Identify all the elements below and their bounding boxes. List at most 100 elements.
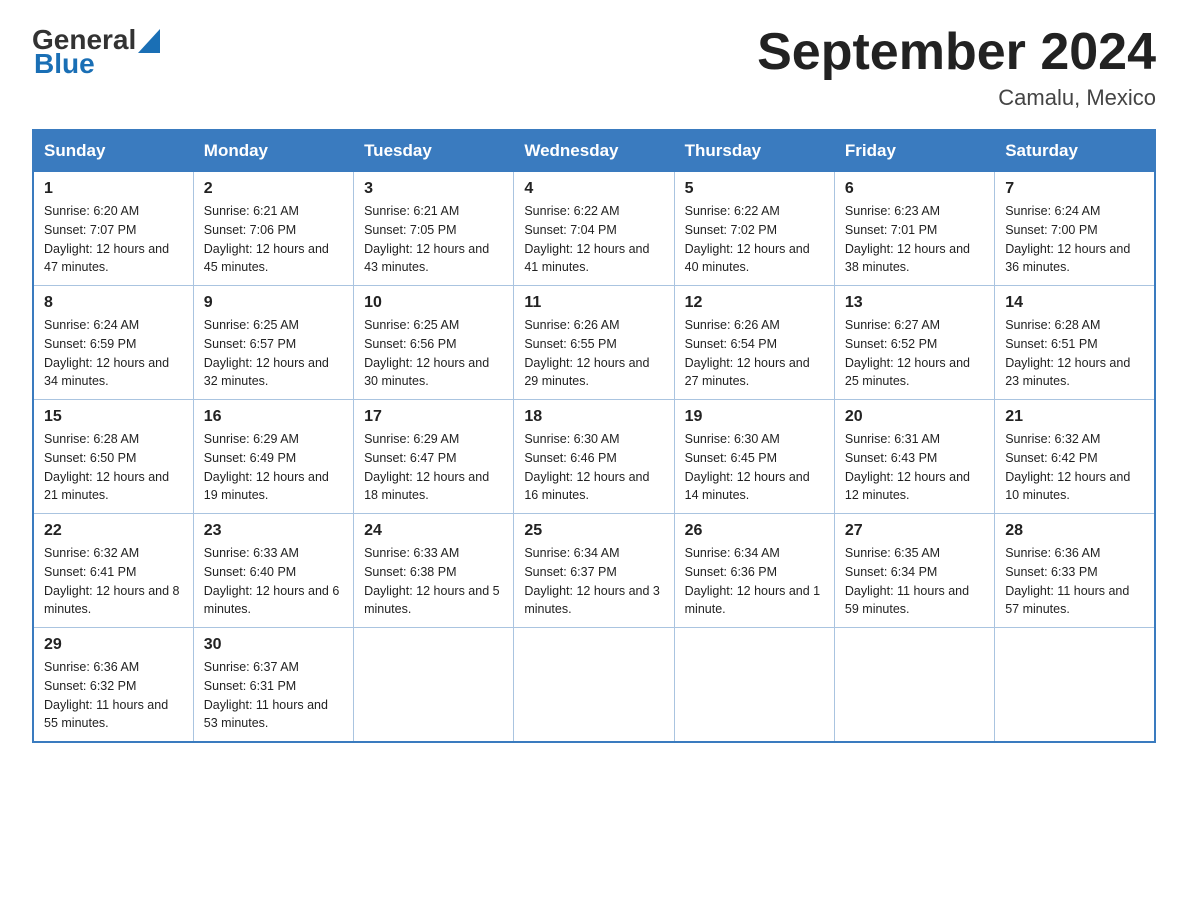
- calendar-cell: 10 Sunrise: 6:25 AMSunset: 6:56 PMDayligh…: [354, 286, 514, 400]
- calendar-cell: 12 Sunrise: 6:26 AMSunset: 6:54 PMDayligh…: [674, 286, 834, 400]
- day-number: 10: [364, 294, 503, 312]
- logo-blue-text: Blue: [34, 48, 95, 80]
- calendar-cell: 26 Sunrise: 6:34 AMSunset: 6:36 PMDayligh…: [674, 514, 834, 628]
- day-info: Sunrise: 6:20 AMSunset: 7:07 PMDaylight:…: [44, 202, 183, 277]
- day-info: Sunrise: 6:34 AMSunset: 6:37 PMDaylight:…: [524, 544, 663, 619]
- calendar-cell: 15Sunrise: 6:28 AMSunset: 6:50 PMDayligh…: [33, 400, 193, 514]
- day-info: Sunrise: 6:32 AMSunset: 6:42 PMDaylight:…: [1005, 430, 1144, 505]
- day-info: Sunrise: 6:28 AMSunset: 6:51 PMDaylight:…: [1005, 316, 1144, 391]
- day-info: Sunrise: 6:25 AMSunset: 6:56 PMDaylight:…: [364, 316, 503, 391]
- day-info: Sunrise: 6:24 AMSunset: 7:00 PMDaylight:…: [1005, 202, 1144, 277]
- calendar-cell: 27 Sunrise: 6:35 AMSunset: 6:34 PMDayligh…: [834, 514, 994, 628]
- day-info: Sunrise: 6:32 AMSunset: 6:41 PMDaylight:…: [44, 544, 183, 619]
- day-number: 17: [364, 408, 503, 426]
- calendar-cell: 5 Sunrise: 6:22 AMSunset: 7:02 PMDaylight…: [674, 172, 834, 286]
- calendar-cell: 14 Sunrise: 6:28 AMSunset: 6:51 PMDayligh…: [995, 286, 1155, 400]
- day-info: Sunrise: 6:36 AMSunset: 6:33 PMDaylight:…: [1005, 544, 1144, 619]
- day-number: 7: [1005, 180, 1144, 198]
- calendar-cell: 17 Sunrise: 6:29 AMSunset: 6:47 PMDayligh…: [354, 400, 514, 514]
- calendar-cell: 8Sunrise: 6:24 AMSunset: 6:59 PMDaylight…: [33, 286, 193, 400]
- day-number: 26: [685, 522, 824, 540]
- day-number: 29: [44, 636, 183, 654]
- day-info: Sunrise: 6:37 AMSunset: 6:31 PMDaylight:…: [204, 658, 343, 733]
- day-number: 12: [685, 294, 824, 312]
- weekday-header-row: SundayMondayTuesdayWednesdayThursdayFrid…: [33, 130, 1155, 172]
- calendar-table: SundayMondayTuesdayWednesdayThursdayFrid…: [32, 129, 1156, 743]
- calendar-cell: 13 Sunrise: 6:27 AMSunset: 6:52 PMDayligh…: [834, 286, 994, 400]
- calendar-cell: [674, 628, 834, 743]
- calendar-cell: [514, 628, 674, 743]
- month-title: September 2024: [757, 24, 1156, 81]
- calendar-cell: 16 Sunrise: 6:29 AMSunset: 6:49 PMDayligh…: [193, 400, 353, 514]
- weekday-header-thursday: Thursday: [674, 130, 834, 172]
- day-number: 25: [524, 522, 663, 540]
- calendar-cell: 4 Sunrise: 6:22 AMSunset: 7:04 PMDaylight…: [514, 172, 674, 286]
- day-info: Sunrise: 6:26 AMSunset: 6:55 PMDaylight:…: [524, 316, 663, 391]
- day-number: 1: [44, 180, 183, 198]
- day-number: 11: [524, 294, 663, 312]
- day-number: 13: [845, 294, 984, 312]
- day-number: 27: [845, 522, 984, 540]
- calendar-cell: 24 Sunrise: 6:33 AMSunset: 6:38 PMDayligh…: [354, 514, 514, 628]
- day-number: 4: [524, 180, 663, 198]
- logo-triangle-icon: [138, 29, 160, 53]
- day-number: 14: [1005, 294, 1144, 312]
- day-info: Sunrise: 6:35 AMSunset: 6:34 PMDaylight:…: [845, 544, 984, 619]
- day-info: Sunrise: 6:26 AMSunset: 6:54 PMDaylight:…: [685, 316, 824, 391]
- day-number: 5: [685, 180, 824, 198]
- day-info: Sunrise: 6:34 AMSunset: 6:36 PMDaylight:…: [685, 544, 824, 619]
- logo: General Blue: [32, 24, 160, 80]
- day-info: Sunrise: 6:22 AMSunset: 7:04 PMDaylight:…: [524, 202, 663, 277]
- day-info: Sunrise: 6:24 AMSunset: 6:59 PMDaylight:…: [44, 316, 183, 391]
- day-number: 23: [204, 522, 343, 540]
- calendar-cell: 29 Sunrise: 6:36 AMSunset: 6:32 PMDayligh…: [33, 628, 193, 743]
- page-header: General Blue September 2024 Camalu, Mexi…: [32, 24, 1156, 111]
- day-number: 24: [364, 522, 503, 540]
- day-info: Sunrise: 6:22 AMSunset: 7:02 PMDaylight:…: [685, 202, 824, 277]
- weekday-header-wednesday: Wednesday: [514, 130, 674, 172]
- weekday-header-sunday: Sunday: [33, 130, 193, 172]
- day-number: 9: [204, 294, 343, 312]
- calendar-cell: 21 Sunrise: 6:32 AMSunset: 6:42 PMDayligh…: [995, 400, 1155, 514]
- day-info: Sunrise: 6:30 AMSunset: 6:45 PMDaylight:…: [685, 430, 824, 505]
- day-info: Sunrise: 6:29 AMSunset: 6:47 PMDaylight:…: [364, 430, 503, 505]
- day-number: 20: [845, 408, 984, 426]
- day-info: Sunrise: 6:36 AMSunset: 6:32 PMDaylight:…: [44, 658, 183, 733]
- day-number: 2: [204, 180, 343, 198]
- day-info: Sunrise: 6:31 AMSunset: 6:43 PMDaylight:…: [845, 430, 984, 505]
- day-info: Sunrise: 6:27 AMSunset: 6:52 PMDaylight:…: [845, 316, 984, 391]
- calendar-cell: 18Sunrise: 6:30 AMSunset: 6:46 PMDayligh…: [514, 400, 674, 514]
- calendar-week-row: 29 Sunrise: 6:36 AMSunset: 6:32 PMDayligh…: [33, 628, 1155, 743]
- calendar-cell: 7 Sunrise: 6:24 AMSunset: 7:00 PMDaylight…: [995, 172, 1155, 286]
- day-number: 21: [1005, 408, 1144, 426]
- calendar-cell: 3 Sunrise: 6:21 AMSunset: 7:05 PMDaylight…: [354, 172, 514, 286]
- calendar-cell: 19 Sunrise: 6:30 AMSunset: 6:45 PMDayligh…: [674, 400, 834, 514]
- calendar-cell: [995, 628, 1155, 743]
- calendar-cell: 9 Sunrise: 6:25 AMSunset: 6:57 PMDaylight…: [193, 286, 353, 400]
- calendar-week-row: 22Sunrise: 6:32 AMSunset: 6:41 PMDayligh…: [33, 514, 1155, 628]
- calendar-cell: [354, 628, 514, 743]
- day-number: 16: [204, 408, 343, 426]
- calendar-cell: 1 Sunrise: 6:20 AMSunset: 7:07 PMDaylight…: [33, 172, 193, 286]
- day-info: Sunrise: 6:21 AMSunset: 7:05 PMDaylight:…: [364, 202, 503, 277]
- calendar-cell: 2Sunrise: 6:21 AMSunset: 7:06 PMDaylight…: [193, 172, 353, 286]
- weekday-header-monday: Monday: [193, 130, 353, 172]
- calendar-week-row: 8Sunrise: 6:24 AMSunset: 6:59 PMDaylight…: [33, 286, 1155, 400]
- day-number: 3: [364, 180, 503, 198]
- calendar-cell: 28Sunrise: 6:36 AMSunset: 6:33 PMDayligh…: [995, 514, 1155, 628]
- calendar-week-row: 15Sunrise: 6:28 AMSunset: 6:50 PMDayligh…: [33, 400, 1155, 514]
- calendar-week-row: 1 Sunrise: 6:20 AMSunset: 7:07 PMDaylight…: [33, 172, 1155, 286]
- calendar-cell: 11 Sunrise: 6:26 AMSunset: 6:55 PMDayligh…: [514, 286, 674, 400]
- title-section: September 2024 Camalu, Mexico: [757, 24, 1156, 111]
- day-number: 19: [685, 408, 824, 426]
- calendar-cell: [834, 628, 994, 743]
- day-info: Sunrise: 6:23 AMSunset: 7:01 PMDaylight:…: [845, 202, 984, 277]
- day-info: Sunrise: 6:33 AMSunset: 6:38 PMDaylight:…: [364, 544, 503, 619]
- calendar-cell: 22Sunrise: 6:32 AMSunset: 6:41 PMDayligh…: [33, 514, 193, 628]
- day-info: Sunrise: 6:33 AMSunset: 6:40 PMDaylight:…: [204, 544, 343, 619]
- calendar-cell: 20 Sunrise: 6:31 AMSunset: 6:43 PMDayligh…: [834, 400, 994, 514]
- location-title: Camalu, Mexico: [757, 85, 1156, 111]
- day-info: Sunrise: 6:29 AMSunset: 6:49 PMDaylight:…: [204, 430, 343, 505]
- day-info: Sunrise: 6:25 AMSunset: 6:57 PMDaylight:…: [204, 316, 343, 391]
- weekday-header-friday: Friday: [834, 130, 994, 172]
